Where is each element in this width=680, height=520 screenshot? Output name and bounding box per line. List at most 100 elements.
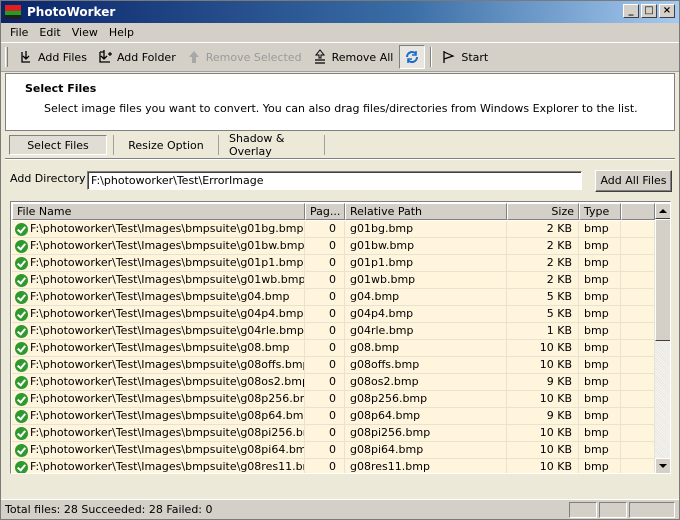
table-row[interactable]: F:\photoworker\Test\Images\bmpsuite\g08p… [12,442,655,459]
success-check-icon [15,341,28,355]
column-relative-path[interactable]: Relative Path [345,203,507,220]
file-path: F:\photoworker\Test\Images\bmpsuite\g08p… [30,409,305,422]
type-cell: bmp [579,425,621,442]
toolbar-grip[interactable] [5,47,8,67]
file-path: F:\photoworker\Test\Images\bmpsuite\g08p… [30,392,305,405]
table-row[interactable]: F:\photoworker\Test\Images\bmpsuite\g08p… [12,425,655,442]
size-cell: 2 KB [507,221,579,238]
status-panel-1 [569,502,597,518]
menu-edit[interactable]: Edit [34,26,66,39]
tab-select-files[interactable]: Select Files [9,135,107,155]
table-row[interactable]: F:\photoworker\Test\Images\bmpsuite\g01p… [12,255,655,272]
scroll-up-button[interactable] [655,203,670,219]
table-row[interactable]: F:\photoworker\Test\Images\bmpsuite\g04p… [12,306,655,323]
table-row[interactable]: F:\photoworker\Test\Images\bmpsuite\g01b… [12,238,655,255]
remove-all-button[interactable]: Remove All [308,45,400,69]
size-cell: 10 KB [507,340,579,357]
relative-path-cell: g08offs.bmp [345,357,507,374]
file-name-cell: F:\photoworker\Test\Images\bmpsuite\g01b… [12,221,305,238]
status-panel-2 [599,502,627,518]
pages-cell: 0 [305,340,345,357]
column-file-name[interactable]: File Name [12,203,305,220]
relative-path-cell: g08pi256.bmp [345,425,507,442]
file-path: F:\photoworker\Test\Images\bmpsuite\g01p… [30,256,304,269]
title-bar[interactable]: PhotoWorker _ □ × [1,1,679,23]
success-check-icon [15,443,28,457]
file-path: F:\photoworker\Test\Images\bmpsuite\g08r… [30,460,305,473]
app-window: PhotoWorker _ □ × File Edit View Help Ad… [0,0,680,520]
status-text: Total files: 28 Succeeded: 28 Failed: 0 [5,503,213,516]
vertical-scrollbar[interactable] [655,203,670,473]
pages-cell: 0 [305,306,345,323]
directory-input[interactable] [87,171,582,190]
start-label: Start [461,50,489,64]
tab-divider [5,158,675,160]
type-cell: bmp [579,289,621,306]
relative-path-cell: g04p4.bmp [345,306,507,323]
size-cell: 9 KB [507,374,579,391]
relative-path-cell: g04.bmp [345,289,507,306]
relative-path-cell: g01wb.bmp [345,272,507,289]
pages-cell: 0 [305,425,345,442]
file-path: F:\photoworker\Test\Images\bmpsuite\g08.… [30,341,290,354]
tab-shadow-overlay[interactable]: Shadow & Overlay [219,132,325,158]
remove-all-label: Remove All [331,50,394,64]
status-panel-3 [629,502,675,518]
refresh-icon [404,49,420,65]
start-button[interactable]: Start [437,45,494,69]
relative-path-cell: g08p256.bmp [345,391,507,408]
remove-all-icon [312,49,328,65]
size-cell: 5 KB [507,306,579,323]
column-type[interactable]: Type [579,203,621,220]
menu-file[interactable]: File [5,26,34,39]
scroll-thumb[interactable] [655,219,670,341]
file-name-cell: F:\photoworker\Test\Images\bmpsuite\g01w… [12,272,305,289]
add-folder-button[interactable]: Add Folder [93,45,182,69]
remove-selected-icon [186,49,202,65]
type-cell: bmp [579,306,621,323]
size-cell: 10 KB [507,391,579,408]
close-button[interactable]: × [659,4,675,18]
file-name-cell: F:\photoworker\Test\Images\bmpsuite\g08o… [12,357,305,374]
tab-resize-option[interactable]: Resize Option [113,135,219,155]
page-description: Select image files you want to convert. … [44,102,638,115]
column-size[interactable]: Size [507,203,579,220]
table-row[interactable]: F:\photoworker\Test\Images\bmpsuite\g04.… [12,289,655,306]
table-row[interactable]: F:\photoworker\Test\Images\bmpsuite\g08.… [12,340,655,357]
table-row[interactable]: F:\photoworker\Test\Images\bmpsuite\g08p… [12,408,655,425]
menu-view[interactable]: View [67,26,104,39]
table-row[interactable]: F:\photoworker\Test\Images\bmpsuite\g04r… [12,323,655,340]
table-row[interactable]: F:\photoworker\Test\Images\bmpsuite\g01b… [12,221,655,238]
remove-selected-button[interactable]: Remove Selected [182,45,308,69]
relative-path-cell: g04rle.bmp [345,323,507,340]
minimize-button[interactable]: _ [623,4,639,18]
maximize-button[interactable]: □ [641,4,657,18]
table-row[interactable]: F:\photoworker\Test\Images\bmpsuite\g01w… [12,272,655,289]
add-all-files-button[interactable]: Add All Files [595,170,672,192]
add-files-button[interactable]: Add Files [14,45,93,69]
menu-help[interactable]: Help [104,26,140,39]
refresh-button[interactable] [399,45,426,69]
file-name-cell: F:\photoworker\Test\Images\bmpsuite\g08p… [12,408,305,425]
add-folder-icon [97,49,113,65]
table-row[interactable]: F:\photoworker\Test\Images\bmpsuite\g08p… [12,391,655,408]
success-check-icon [15,409,28,423]
file-list[interactable]: File Name Pag... Relative Path Size Type… [10,201,671,474]
file-name-cell: F:\photoworker\Test\Images\bmpsuite\g08p… [12,391,305,408]
scroll-down-button[interactable] [655,458,670,473]
table-row[interactable]: F:\photoworker\Test\Images\bmpsuite\g08o… [12,374,655,391]
table-row[interactable]: F:\photoworker\Test\Images\bmpsuite\g08o… [12,357,655,374]
blank-cell [621,323,655,340]
type-cell: bmp [579,408,621,425]
app-icon [5,5,21,19]
blank-cell [621,408,655,425]
table-row[interactable]: F:\photoworker\Test\Images\bmpsuite\g08r… [12,459,655,473]
remove-selected-label: Remove Selected [205,50,302,64]
menu-bar: File Edit View Help [1,23,679,42]
column-pages[interactable]: Pag... [305,203,345,220]
relative-path-cell: g08p64.bmp [345,408,507,425]
blank-cell [621,272,655,289]
relative-path-cell: g08res11.bmp [345,459,507,473]
type-cell: bmp [579,442,621,459]
page-title: Select Files [25,82,97,95]
